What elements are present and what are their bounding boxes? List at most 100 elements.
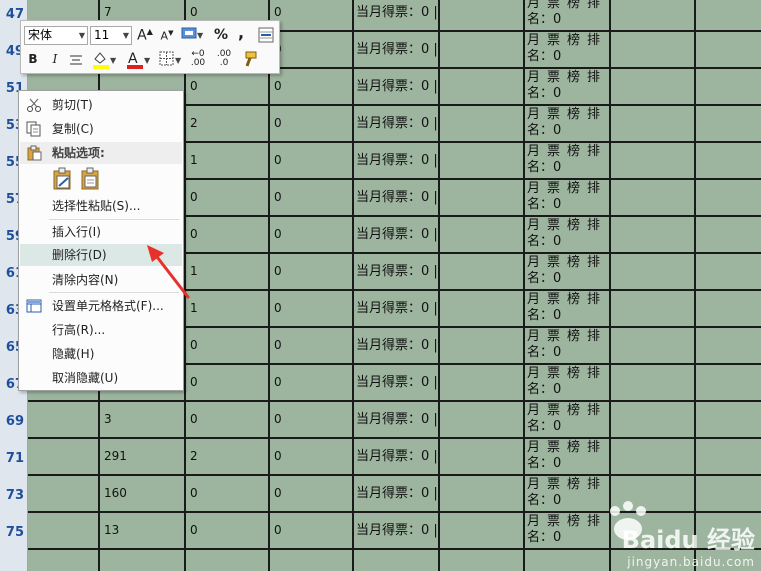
borders-icon[interactable]: ▼ — [159, 51, 183, 70]
row-number[interactable]: 75 — [0, 525, 24, 540]
cell-empty[interactable] — [611, 180, 696, 215]
shrink-font-icon[interactable]: A▼ — [159, 29, 175, 43]
cell-d[interactable]: 0 — [270, 513, 354, 548]
cell-empty[interactable] — [696, 143, 761, 178]
cell-d[interactable]: 0 — [270, 291, 354, 326]
comma-style-button[interactable]: , — [235, 23, 247, 42]
cell-vote[interactable]: 当月得票：0 | — [354, 69, 440, 104]
font-name-combo[interactable]: 宋体 ▼ — [24, 26, 88, 45]
cell-empty[interactable] — [696, 0, 761, 30]
cell-vote[interactable]: 当月得票：0 | — [354, 402, 440, 437]
cell-rank[interactable]: 月票榜排 名：0 — [525, 513, 611, 548]
cell-d[interactable]: 0 — [270, 476, 354, 511]
percent-style-button[interactable]: % — [214, 27, 228, 43]
paste-icon[interactable] — [79, 167, 103, 195]
format-style-icon[interactable]: ▼ — [181, 26, 204, 45]
cell-d[interactable]: 0 — [270, 0, 354, 30]
cell-vote[interactable]: 当月得票：0 | — [354, 143, 440, 178]
cell-rank[interactable]: 月票榜排 名：0 — [525, 365, 611, 400]
row-number[interactable]: 73 — [0, 488, 24, 503]
cell-rank[interactable]: 月票榜排 名：0 — [525, 32, 611, 67]
cell-vote[interactable]: 当月得票：0 | — [354, 254, 440, 289]
cell-c[interactable]: 0 — [186, 328, 270, 363]
font-size-combo[interactable]: 11 ▼ — [90, 26, 132, 45]
cell-rank[interactable] — [525, 550, 611, 571]
cell-vote[interactable]: 当月得票：0 | — [354, 365, 440, 400]
fill-color-icon[interactable]: ▼ — [91, 50, 117, 73]
cell-vote[interactable]: 当月得票：0 | — [354, 180, 440, 215]
cell-b[interactable]: 160 — [100, 476, 186, 511]
cell-a[interactable] — [28, 476, 100, 511]
cell-b[interactable]: 3 — [100, 402, 186, 437]
cell-empty[interactable] — [696, 254, 761, 289]
format-painter-icon[interactable] — [241, 50, 259, 71]
cell-c[interactable]: 0 — [186, 513, 270, 548]
cell-c[interactable]: 0 — [186, 402, 270, 437]
cell-empty[interactable] — [611, 328, 696, 363]
cell-d[interactable]: 0 — [270, 365, 354, 400]
cell-empty[interactable] — [611, 217, 696, 252]
cell-a[interactable] — [28, 439, 100, 474]
cell-empty[interactable] — [611, 254, 696, 289]
menu-item-hide[interactable]: 隐藏(H) — [20, 343, 182, 365]
cell-rank[interactable]: 月票榜排 名：0 — [525, 69, 611, 104]
cell-empty[interactable] — [440, 254, 525, 289]
cell-d[interactable]: 0 — [270, 217, 354, 252]
cell-empty[interactable] — [440, 476, 525, 511]
cell-empty[interactable] — [696, 69, 761, 104]
cell-empty[interactable] — [440, 513, 525, 548]
cell-vote[interactable]: 当月得票：0 | — [354, 513, 440, 548]
cell-vote[interactable]: 当月得票：0 | — [354, 32, 440, 67]
cell-rank[interactable]: 月票榜排 名：0 — [525, 106, 611, 141]
cell-rank[interactable]: 月票榜排 名：0 — [525, 402, 611, 437]
cell-empty[interactable] — [696, 365, 761, 400]
row-number[interactable]: 71 — [0, 451, 24, 466]
cell-empty[interactable] — [440, 550, 525, 571]
bold-button[interactable]: B — [27, 52, 39, 66]
align-center-icon[interactable] — [69, 54, 83, 69]
cell-empty[interactable] — [611, 291, 696, 326]
cell-empty[interactable] — [611, 32, 696, 67]
increase-decimal-icon[interactable]: ←0.00 — [187, 50, 209, 68]
cell-d[interactable]: 0 — [270, 106, 354, 141]
cell-d[interactable]: 0 — [270, 69, 354, 104]
menu-item-cut[interactable]: 剪切(T) — [20, 94, 182, 116]
cell-d[interactable]: 0 — [270, 328, 354, 363]
cell-d[interactable]: 0 — [270, 254, 354, 289]
cell-c[interactable]: 0 — [186, 476, 270, 511]
cell-empty[interactable] — [440, 365, 525, 400]
cell-empty[interactable] — [611, 143, 696, 178]
cell-empty[interactable] — [696, 217, 761, 252]
cell-empty[interactable] — [440, 402, 525, 437]
cell-d[interactable]: 0 — [270, 180, 354, 215]
menu-item-row-height[interactable]: 行高(R)... — [20, 319, 182, 341]
cell-c[interactable]: 1 — [186, 143, 270, 178]
cell-empty[interactable] — [696, 328, 761, 363]
cell-vote[interactable]: 当月得票：0 | — [354, 476, 440, 511]
cell-empty[interactable] — [611, 402, 696, 437]
cell-d[interactable]: 0 — [270, 439, 354, 474]
menu-item-unhide[interactable]: 取消隐藏(U) — [20, 367, 182, 389]
cell-empty[interactable] — [440, 291, 525, 326]
cell-empty[interactable] — [440, 439, 525, 474]
cell-empty[interactable] — [611, 0, 696, 30]
cell-empty[interactable] — [440, 328, 525, 363]
merge-center-icon[interactable] — [258, 27, 274, 46]
cell-empty[interactable] — [696, 291, 761, 326]
cell-a[interactable] — [28, 513, 100, 548]
cell-empty[interactable] — [696, 476, 761, 511]
cell-rank[interactable]: 月票榜排 名：0 — [525, 180, 611, 215]
cell-empty[interactable] — [696, 180, 761, 215]
cell-vote[interactable]: 当月得票：0 | — [354, 291, 440, 326]
font-color-icon[interactable]: A ▼ — [125, 50, 151, 73]
cell-vote[interactable] — [354, 550, 440, 571]
cell-rank[interactable]: 月票榜排 名：0 — [525, 254, 611, 289]
cell-empty[interactable] — [611, 106, 696, 141]
cell-empty[interactable] — [440, 0, 525, 30]
cell-b[interactable] — [100, 550, 186, 571]
cell-c[interactable] — [186, 550, 270, 571]
cell-empty[interactable] — [440, 143, 525, 178]
cell-a[interactable] — [28, 402, 100, 437]
cell-vote[interactable]: 当月得票：0 | — [354, 106, 440, 141]
cell-d[interactable]: 0 — [270, 143, 354, 178]
